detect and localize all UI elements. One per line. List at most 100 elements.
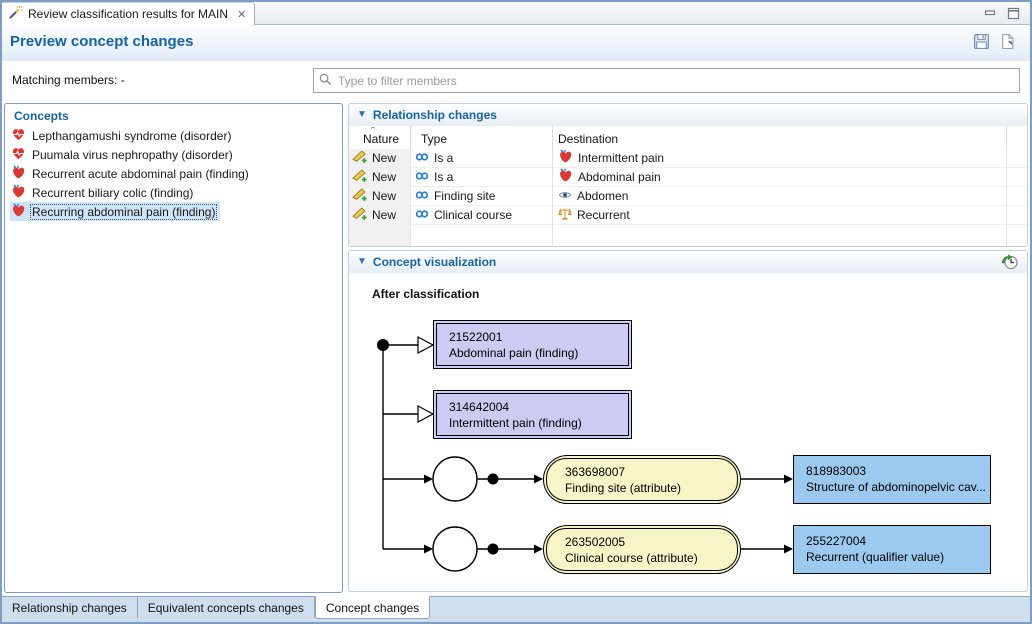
table-row-cell-nature[interactable]: New (349, 149, 411, 168)
table-row-cell-destination[interactable]: Intermittent pain (553, 149, 1007, 168)
finding-concept-icon (558, 149, 573, 167)
wand-icon (8, 5, 23, 23)
concept-visualization-header: ▼ Concept visualization (349, 251, 1027, 273)
finding-concept-icon (11, 203, 26, 221)
table-row-cell-empty (1007, 206, 1027, 225)
editor-tab-strip: Review classification results for MAIN ✕ (2, 2, 1030, 25)
concept-diagram: 21522001 Abdominal pain (finding) 314642… (349, 273, 1027, 591)
column-header-destination[interactable]: Destination (553, 126, 1007, 149)
concept-visualization-panel: ▼ Concept visualization After classifica… (348, 250, 1028, 592)
relationship-changes-panel: ▼ Relationship changes ˆ Nature Type Des… (348, 103, 1028, 247)
concept-label: Recurrent acute abdominal pain (finding) (30, 166, 251, 182)
concept-node-label: Abdominal pain (finding) (449, 345, 624, 361)
concept-node-label: Recurrent (qualifier value) (806, 549, 986, 565)
relationship-changes-title: Relationship changes (373, 108, 497, 122)
concept-label: Puumala virus nephropathy (disorder) (30, 147, 235, 163)
minimize-icon[interactable] (984, 7, 997, 23)
new-change-icon (352, 149, 367, 167)
concept-node-id: 818983003 (806, 463, 986, 479)
concept-node-id: 255227004 (806, 533, 986, 549)
concept-label: Recurrent biliary colic (finding) (30, 185, 195, 201)
new-change-icon (352, 206, 367, 224)
value-node-structure-of-abdominopelvic-cavity[interactable]: 818983003 Structure of abdominopelvic ca… (793, 455, 991, 504)
body-structure-icon (558, 188, 572, 205)
concept-label: Recurring abdominal pain (finding) (30, 204, 217, 220)
matching-members-label: Matching members: - (12, 73, 125, 87)
tab-equivalent-concepts-changes[interactable]: Equivalent concepts changes (138, 597, 315, 618)
concept-node-intermittent-pain[interactable]: 314642004 Intermittent pain (finding) (433, 390, 632, 439)
concept-list-item[interactable]: Puumala virus nephropathy (disorder) (10, 145, 238, 164)
table-row-cell-nature[interactable]: New (349, 168, 411, 187)
column-header-empty (1007, 126, 1027, 149)
concept-list-item[interactable]: Recurrent biliary colic (finding) (10, 183, 198, 202)
new-change-icon (352, 187, 367, 205)
save-icon[interactable] (973, 33, 990, 53)
page-title: Preview concept changes (10, 33, 193, 50)
editor-tab-title: Review classification results for MAIN (28, 7, 228, 21)
relationship-table: ˆ Nature Type Destination New Is a (349, 126, 1027, 246)
relationship-icon (415, 207, 429, 224)
table-row-cell-empty (1007, 187, 1027, 206)
concept-list-item[interactable]: Lepthangamushi syndrome (disorder) (10, 126, 236, 145)
collapse-triangle-icon[interactable]: ▼ (357, 257, 367, 267)
filter-row: Matching members: - (2, 61, 1030, 100)
concept-visualization-title: Concept visualization (373, 255, 496, 269)
concepts-panel: Concepts Lepthangamushi syndrome (disord… (4, 103, 343, 593)
editor-tab-review-classification[interactable]: Review classification results for MAIN ✕ (2, 2, 255, 25)
table-row-cell-empty (1007, 149, 1027, 168)
table-row-cell-type[interactable]: Clinical course (411, 206, 553, 225)
disorder-concept-icon (11, 127, 26, 145)
filter-field-wrap (313, 68, 1020, 93)
collapse-triangle-icon[interactable]: ▼ (357, 110, 367, 120)
tab-concept-changes[interactable]: Concept changes (315, 596, 430, 619)
concept-node-label: Structure of abdominopelvic cav... (806, 479, 986, 495)
application-window: Review classification results for MAIN ✕… (0, 0, 1032, 624)
filter-members-input[interactable] (313, 68, 1020, 93)
table-row-cell-nature[interactable]: New (349, 187, 411, 206)
sort-ascending-icon: ˆ (371, 126, 375, 138)
table-row-cell-destination[interactable]: Abdomen (553, 187, 1007, 206)
table-row-cell-destination[interactable]: Abdominal pain (553, 168, 1007, 187)
tab-relationship-changes[interactable]: Relationship changes (2, 597, 138, 618)
maximize-icon[interactable] (1007, 7, 1020, 23)
concept-list-item-selected[interactable]: Recurring abdominal pain (finding) (10, 202, 220, 221)
attribute-node-finding-site[interactable]: 363698007 Finding site (attribute) (543, 455, 741, 504)
bottom-tab-strip: Relationship changes Equivalent concepts… (2, 596, 1030, 622)
attribute-node-clinical-course[interactable]: 263502005 Clinical course (attribute) (543, 525, 741, 574)
concept-label: Lepthangamushi syndrome (disorder) (30, 128, 233, 144)
concepts-list: Lepthangamushi syndrome (disorder) Puuma… (5, 126, 342, 221)
finding-concept-icon (558, 168, 573, 186)
concept-node-id: 363698007 (565, 464, 733, 480)
close-icon[interactable]: ✕ (237, 8, 246, 21)
disorder-concept-icon (11, 146, 26, 164)
column-header-type[interactable]: Type (411, 126, 553, 149)
concept-node-id: 21522001 (449, 329, 624, 345)
concept-list-item[interactable]: Recurrent acute abdominal pain (finding) (10, 164, 254, 183)
table-row-cell-type[interactable]: Finding site (411, 187, 553, 206)
relationship-icon (415, 169, 429, 186)
table-row-cell-type[interactable]: Is a (411, 168, 553, 187)
concept-node-id: 314642004 (449, 399, 624, 415)
table-row-cell-nature[interactable]: New (349, 206, 411, 225)
finding-concept-icon (11, 184, 26, 202)
value-node-recurrent[interactable]: 255227004 Recurrent (qualifier value) (793, 525, 991, 574)
concept-node-id: 263502005 (565, 534, 733, 550)
save-as-icon[interactable] (999, 33, 1016, 53)
concepts-panel-title: Concepts (5, 104, 342, 126)
concept-node-abdominal-pain[interactable]: 21522001 Abdominal pain (finding) (433, 320, 632, 369)
relationship-changes-header: ▼ Relationship changes (349, 104, 1027, 126)
column-header-nature[interactable]: ˆ Nature (349, 126, 411, 149)
relationship-icon (415, 188, 429, 205)
new-change-icon (352, 168, 367, 186)
finding-concept-icon (11, 165, 26, 183)
table-row-cell-type[interactable]: Is a (411, 149, 553, 168)
concept-node-label: Intermittent pain (finding) (449, 415, 624, 431)
concept-node-label: Finding site (attribute) (565, 480, 733, 496)
search-icon (318, 72, 333, 90)
history-icon[interactable] (1000, 253, 1019, 275)
concept-node-label: Clinical course (attribute) (565, 550, 733, 566)
qualifier-value-icon (558, 207, 572, 224)
table-row-cell-destination[interactable]: Recurrent (553, 206, 1007, 225)
relationship-icon (415, 150, 429, 167)
form-header: Preview concept changes (2, 25, 1030, 61)
